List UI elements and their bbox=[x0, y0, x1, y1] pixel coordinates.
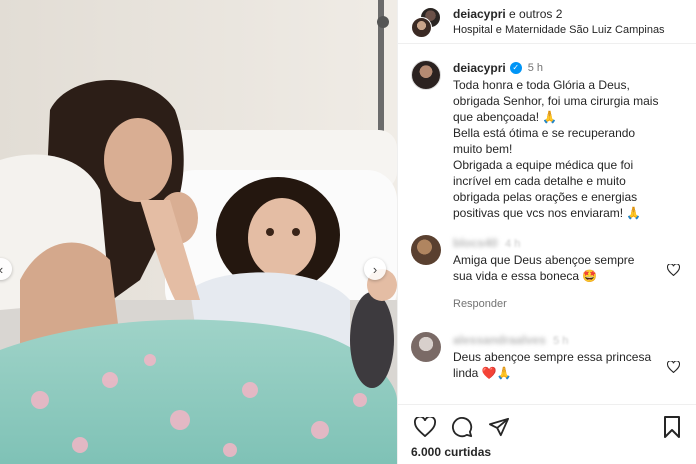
reply-button[interactable]: Responder bbox=[453, 296, 634, 312]
caption-line: muito bem! bbox=[453, 142, 513, 156]
comment-item: alessandraalves 5 h Deus abençoe sempre … bbox=[398, 332, 696, 381]
caption-timestamp[interactable]: 5 h bbox=[528, 60, 543, 76]
caption-line: Toda honra e toda Glória a Deus, bbox=[453, 78, 630, 92]
avatar[interactable] bbox=[411, 235, 441, 265]
comment-text-line: Amiga que Deus abençoe sempre bbox=[453, 253, 635, 267]
caption-line: Obrigada a equipe médica que foi bbox=[453, 158, 634, 172]
avatar[interactable] bbox=[411, 332, 441, 362]
comment-body: blocs40 4 h Amiga que Deus abençoe sempr… bbox=[453, 235, 634, 312]
heart-icon bbox=[666, 263, 681, 277]
caption-line: obrigada Senhor, foi uma cirurgia mais bbox=[453, 94, 659, 108]
caption-line: que abençoada! 🙏 bbox=[453, 110, 558, 124]
comment-timestamp: 5 h bbox=[553, 335, 569, 347]
chevron-right-icon: › bbox=[372, 261, 378, 277]
header-username-line[interactable]: deiacypri e outros 2 bbox=[453, 7, 665, 21]
comment-item: blocs40 4 h Amiga que Deus abençoe sempr… bbox=[398, 235, 696, 312]
comment-like-button[interactable] bbox=[666, 360, 681, 376]
post-header: deiacypri e outros 2 Hospital e Maternid… bbox=[398, 0, 696, 44]
comment-text-line: Deus abençoe sempre essa princesa bbox=[453, 350, 652, 364]
collab-avatars[interactable] bbox=[411, 6, 441, 38]
verified-badge-icon: ✓ bbox=[509, 62, 522, 74]
comment-button[interactable] bbox=[449, 415, 475, 439]
caption-line: incrível em cada detalhe e muito bbox=[453, 174, 626, 188]
paper-plane-icon bbox=[488, 417, 509, 437]
post-caption: deiacypri ✓ 5 h Toda honra e toda Glória… bbox=[398, 44, 696, 221]
header-username[interactable]: deiacypri bbox=[453, 7, 506, 21]
caption-body: deiacypri ✓ 5 h Toda honra e toda Glória… bbox=[453, 60, 658, 221]
comment-body: alessandraalves 5 h Deus abençoe sempre … bbox=[453, 332, 651, 381]
comment-username[interactable]: blocs40 bbox=[453, 236, 498, 250]
comment-text-line: sua vida e essa boneca 🤩 bbox=[453, 269, 598, 283]
likes-label: curtidas bbox=[444, 445, 492, 459]
comment-like-button[interactable] bbox=[666, 263, 681, 279]
likes-number: 6.000 bbox=[411, 445, 442, 459]
carousel-next-button[interactable]: › bbox=[364, 258, 386, 280]
caption-line: Bella está ótima e se recuperando bbox=[453, 126, 636, 140]
header-others[interactable]: e outros 2 bbox=[509, 7, 562, 21]
chevron-left-icon: ‹ bbox=[0, 262, 3, 277]
caption-username[interactable]: deiacypri bbox=[453, 60, 506, 76]
comment-timestamp: 4 h bbox=[505, 238, 521, 250]
comment-icon bbox=[451, 416, 473, 438]
caption-line: positivas que vcs nos enviaram! 🙏 bbox=[453, 206, 642, 220]
caption-line: obrigada pelas orações e energias bbox=[453, 190, 638, 204]
location-link[interactable]: Hospital e Maternidade São Luiz Campinas bbox=[453, 24, 665, 36]
heart-icon bbox=[414, 417, 436, 437]
header-text: deiacypri e outros 2 Hospital e Maternid… bbox=[453, 7, 665, 36]
save-button[interactable] bbox=[659, 415, 685, 439]
heart-icon bbox=[666, 360, 681, 374]
post-actions: 6.000 curtidas bbox=[398, 404, 696, 464]
photo-illustration bbox=[0, 0, 397, 464]
share-button[interactable] bbox=[486, 415, 512, 439]
like-button[interactable] bbox=[412, 415, 438, 439]
likes-count[interactable]: 6.000 curtidas bbox=[398, 439, 696, 459]
avatar[interactable] bbox=[411, 60, 441, 90]
comment-text-line: linda ❤️🙏 bbox=[453, 366, 512, 380]
post-side-panel: deiacypri e outros 2 Hospital e Maternid… bbox=[397, 0, 696, 464]
comment-username[interactable]: alessandraalves bbox=[453, 333, 546, 347]
bookmark-icon bbox=[664, 416, 680, 438]
avatar bbox=[411, 16, 432, 38]
post-photo[interactable]: ‹ › bbox=[0, 0, 397, 464]
